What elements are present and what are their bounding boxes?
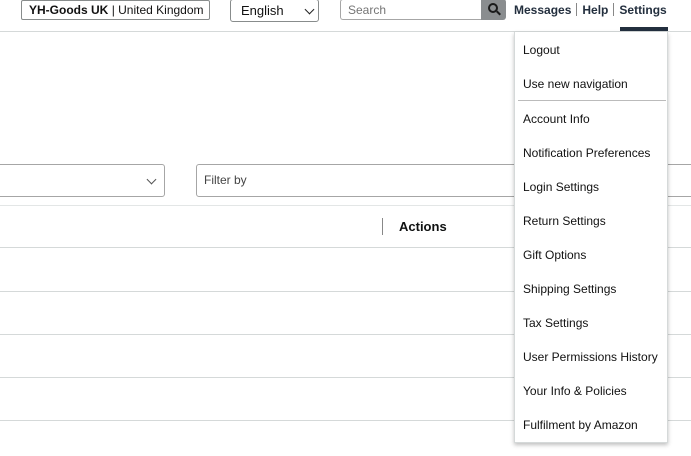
column-divider	[382, 218, 383, 235]
header-nav: Messages Help Settings	[514, 2, 667, 18]
language-select[interactable]: English	[230, 0, 319, 22]
store-name: YH-Goods UK	[29, 3, 109, 17]
chevron-down-icon	[304, 4, 315, 15]
language-value: English	[241, 3, 284, 18]
settings-active-indicator	[620, 27, 668, 31]
settings-link[interactable]: Settings	[619, 3, 666, 17]
menu-item-notification-preferences[interactable]: Notification Preferences	[523, 143, 665, 163]
actions-column-header: Actions	[399, 219, 447, 234]
store-region: United Kingdom	[118, 3, 204, 17]
messages-link[interactable]: Messages	[514, 3, 571, 17]
search-button[interactable]	[481, 0, 506, 20]
store-switcher[interactable]: YH-Goods UK | United Kingdom	[21, 0, 210, 20]
menu-item-your-info-policies[interactable]: Your Info & Policies	[523, 381, 665, 401]
menu-item-shipping-settings[interactable]: Shipping Settings	[523, 279, 665, 299]
chevron-down-icon	[146, 174, 157, 185]
menu-item-return-settings[interactable]: Return Settings	[523, 211, 665, 231]
menu-item-gift-options[interactable]: Gift Options	[523, 245, 665, 265]
filter-placeholder: Filter by	[204, 173, 247, 187]
menu-divider	[518, 100, 666, 101]
menu-item-tax-settings[interactable]: Tax Settings	[523, 313, 665, 333]
top-bar: YH-Goods UK | United Kingdom English Mes…	[0, 0, 691, 32]
menu-item-user-permissions-history[interactable]: User Permissions History	[523, 347, 665, 367]
menu-item-account-info[interactable]: Account Info	[523, 109, 665, 129]
search-input[interactable]	[340, 0, 481, 20]
filter-select[interactable]	[0, 164, 165, 197]
settings-dropdown-menu: Logout Use new navigation Account Info N…	[514, 32, 668, 443]
menu-item-login-settings[interactable]: Login Settings	[523, 177, 665, 197]
menu-item-fulfilment-by-amazon[interactable]: Fulfilment by Amazon	[523, 415, 665, 435]
nav-divider	[576, 3, 578, 16]
menu-item-new-navigation[interactable]: Use new navigation	[523, 74, 665, 94]
search-icon-handle	[496, 10, 501, 16]
help-link[interactable]: Help	[582, 3, 608, 17]
nav-divider	[613, 3, 615, 16]
menu-item-logout[interactable]: Logout	[523, 40, 665, 60]
